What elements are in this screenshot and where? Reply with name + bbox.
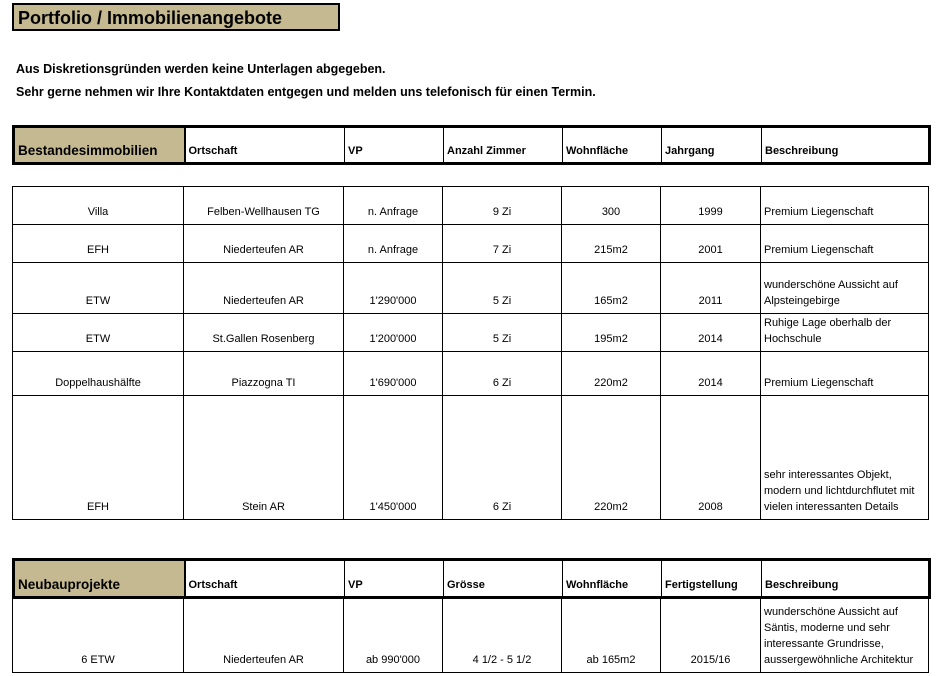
- col-header-vp: VP: [344, 126, 444, 164]
- col-header-vp: VP: [344, 559, 444, 598]
- cell-zimmer: 7 Zi: [442, 224, 562, 263]
- cell-ortschaft: Niederteufen AR: [183, 224, 344, 263]
- cell-ortschaft: Niederteufen AR: [183, 597, 344, 673]
- cell-typ: EFH: [12, 395, 184, 520]
- cell-vp: 1'450'000: [343, 395, 443, 520]
- table-row: ETW St.Gallen Rosenberg 1'200'000 5 Zi 1…: [12, 313, 929, 352]
- page-title: Portfolio / Immobilienangebote: [12, 3, 340, 31]
- table-row: 6 ETW Niederteufen AR ab 990'000 4 1/2 -…: [12, 597, 929, 673]
- intro-line-2: Sehr gerne nehmen wir Ihre Kontaktdaten …: [16, 85, 596, 99]
- cell-beschreibung: Premium Liegenschaft: [760, 224, 929, 263]
- cell-jahrgang: 2014: [660, 313, 761, 352]
- section-title-bestand: Bestandesimmobilien: [13, 126, 186, 164]
- col-header-fertigstellung: Fertigstellung: [661, 559, 762, 598]
- cell-jahrgang: 2014: [660, 351, 761, 396]
- section-title-neubau: Neubauprojekte: [13, 559, 186, 598]
- cell-ortschaft: Felben-Wellhausen TG: [183, 186, 344, 225]
- cell-typ: Villa: [12, 186, 184, 225]
- cell-beschreibung: Premium Liegenschaft: [760, 351, 929, 396]
- col-header-zimmer: Anzahl Zimmer: [443, 126, 563, 164]
- neubau-header-table: Neubauprojekte Ortschaft VP Grösse Wohnf…: [12, 558, 931, 599]
- cell-typ: Doppelhaushälfte: [12, 351, 184, 396]
- cell-beschreibung: Ruhige Lage oberhalb der Hochschule: [760, 313, 929, 352]
- cell-wohnflaeche: 220m2: [561, 351, 661, 396]
- cell-wohnflaeche: ab 165m2: [561, 597, 661, 673]
- table-row: Villa Felben-Wellhausen TG n. Anfrage 9 …: [12, 186, 929, 225]
- cell-zimmer: 6 Zi: [442, 395, 562, 520]
- cell-jahrgang: 2001: [660, 224, 761, 263]
- cell-vp: 1'690'000: [343, 351, 443, 396]
- table-row: ETW Niederteufen AR 1'290'000 5 Zi 165m2…: [12, 262, 929, 314]
- cell-wohnflaeche: 300: [561, 186, 661, 225]
- col-header-wohnflaeche: Wohnfläche: [562, 126, 662, 164]
- bestand-table: Villa Felben-Wellhausen TG n. Anfrage 9 …: [12, 186, 929, 520]
- cell-typ: 6 ETW: [12, 597, 184, 673]
- cell-beschreibung: sehr interessantes Objekt, modern und li…: [760, 395, 929, 520]
- cell-vp: 1'290'000: [343, 262, 443, 314]
- neubau-table: 6 ETW Niederteufen AR ab 990'000 4 1/2 -…: [12, 597, 929, 673]
- cell-zimmer: 5 Zi: [442, 262, 562, 314]
- cell-vp: n. Anfrage: [343, 186, 443, 225]
- cell-typ: ETW: [12, 313, 184, 352]
- col-header-groesse: Grösse: [443, 559, 563, 598]
- cell-ortschaft: Piazzogna TI: [183, 351, 344, 396]
- cell-beschreibung: wunderschöne Aussicht auf Säntis, modern…: [760, 597, 929, 673]
- table-row: EFH Niederteufen AR n. Anfrage 7 Zi 215m…: [12, 224, 929, 263]
- table-row: Doppelhaushälfte Piazzogna TI 1'690'000 …: [12, 351, 929, 396]
- cell-vp: ab 990'000: [343, 597, 443, 673]
- cell-wohnflaeche: 215m2: [561, 224, 661, 263]
- table-row: EFH Stein AR 1'450'000 6 Zi 220m2 2008 s…: [12, 395, 929, 520]
- col-header-wohnflaeche: Wohnfläche: [562, 559, 662, 598]
- col-header-jahrgang: Jahrgang: [661, 126, 762, 164]
- cell-vp: 1'200'000: [343, 313, 443, 352]
- col-header-ortschaft: Ortschaft: [184, 126, 345, 164]
- cell-fertigstellung: 2015/16: [660, 597, 761, 673]
- col-header-beschreibung: Beschreibung: [761, 559, 930, 598]
- cell-zimmer: 9 Zi: [442, 186, 562, 225]
- cell-ortschaft: Niederteufen AR: [183, 262, 344, 314]
- cell-typ: EFH: [12, 224, 184, 263]
- col-header-ortschaft: Ortschaft: [184, 559, 345, 598]
- cell-jahrgang: 2008: [660, 395, 761, 520]
- cell-jahrgang: 1999: [660, 186, 761, 225]
- cell-wohnflaeche: 165m2: [561, 262, 661, 314]
- cell-ortschaft: St.Gallen Rosenberg: [183, 313, 344, 352]
- cell-wohnflaeche: 220m2: [561, 395, 661, 520]
- cell-typ: ETW: [12, 262, 184, 314]
- cell-beschreibung: wunderschöne Aussicht auf Alpsteingebirg…: [760, 262, 929, 314]
- cell-groesse: 4 1/2 - 5 1/2: [442, 597, 562, 673]
- cell-beschreibung: Premium Liegenschaft: [760, 186, 929, 225]
- bestand-header-table: Bestandesimmobilien Ortschaft VP Anzahl …: [12, 125, 931, 165]
- cell-zimmer: 6 Zi: [442, 351, 562, 396]
- cell-zimmer: 5 Zi: [442, 313, 562, 352]
- intro-line-1: Aus Diskretionsgründen werden keine Unte…: [16, 62, 386, 76]
- cell-jahrgang: 2011: [660, 262, 761, 314]
- col-header-beschreibung: Beschreibung: [761, 126, 930, 164]
- cell-wohnflaeche: 195m2: [561, 313, 661, 352]
- cell-ortschaft: Stein AR: [183, 395, 344, 520]
- cell-vp: n. Anfrage: [343, 224, 443, 263]
